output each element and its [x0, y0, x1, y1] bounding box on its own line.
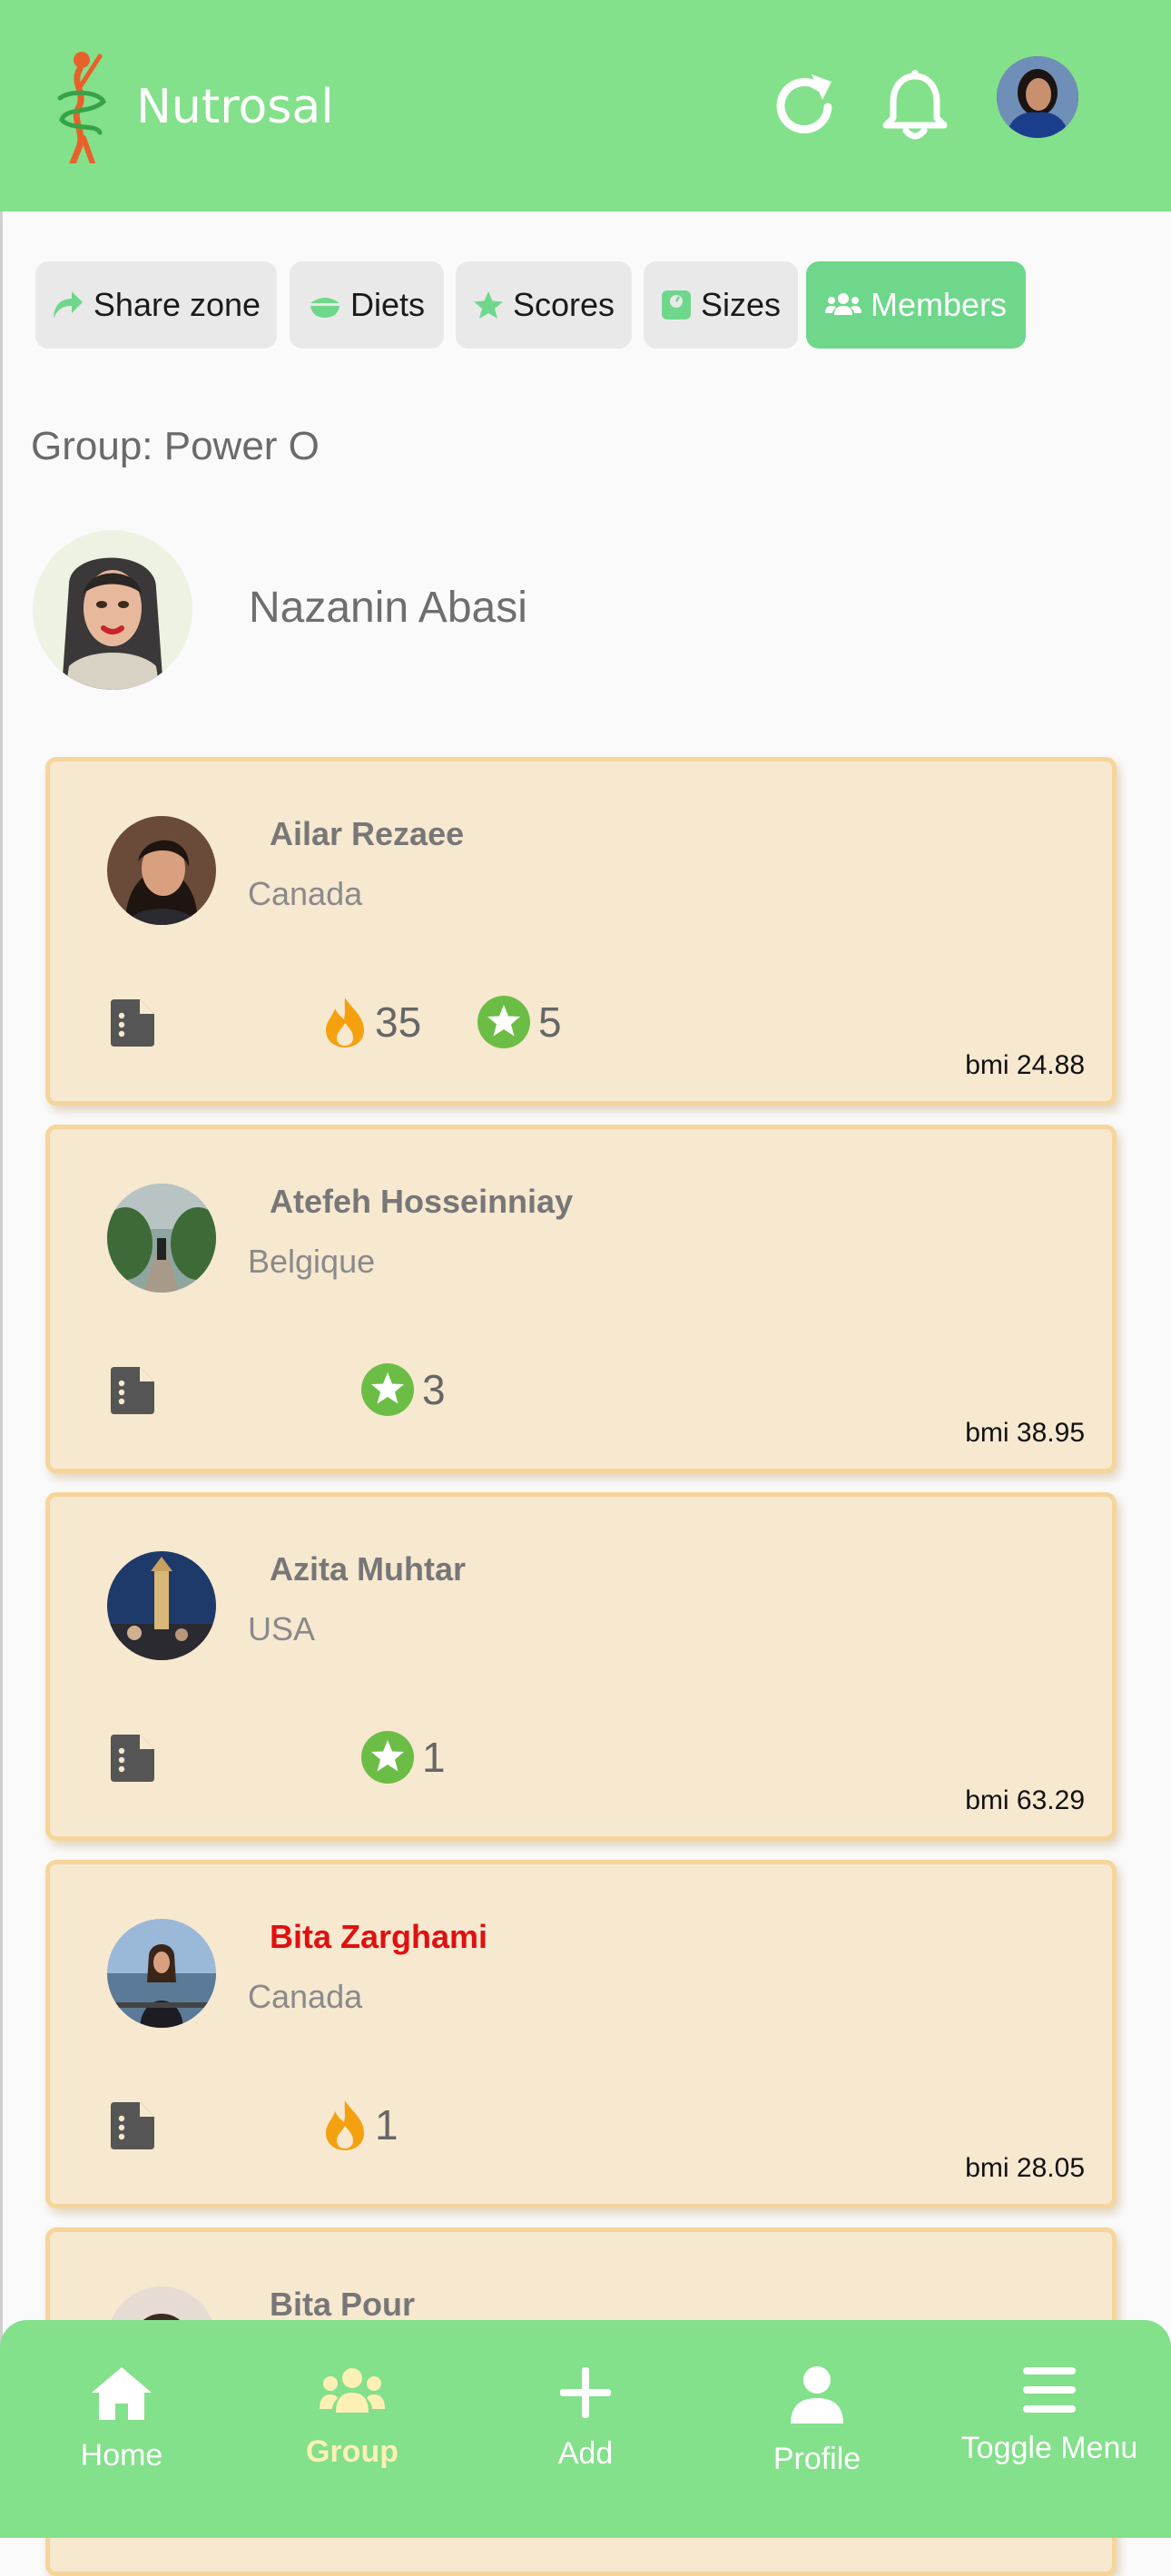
member-card[interactable]: Bita Zarghami Canada 1 bmi 28.05 [45, 1860, 1117, 2208]
member-card[interactable]: Atefeh Hosseinniay Belgique 3 bmi 38.95 [45, 1125, 1117, 1473]
member-bmi: bmi 24.88 [965, 1050, 1085, 1080]
refresh-icon[interactable] [768, 67, 844, 143]
nav-toggle-menu[interactable]: Toggle Menu [940, 2320, 1158, 2538]
tab-label: Scores [512, 286, 615, 323]
nav-label: Add [557, 2436, 614, 2471]
bowl-icon [310, 298, 339, 318]
member-country: Belgique [248, 1243, 376, 1280]
tab-label: Share zone [93, 286, 261, 323]
note-file-icon[interactable] [107, 998, 158, 1048]
fire-count: 1 [375, 2101, 399, 2148]
member-name: Azita Muhtar [270, 1550, 466, 1588]
star-count: 3 [422, 1366, 446, 1413]
star-stat: 5 [477, 990, 562, 1054]
star-stat: 3 [360, 1358, 446, 1421]
plus-icon [560, 2367, 611, 2418]
tab-diets[interactable]: Diets [290, 261, 444, 349]
app-logo [57, 52, 106, 163]
note-file-icon[interactable] [107, 2100, 158, 2151]
member-avatar [107, 816, 216, 925]
note-file-icon[interactable] [107, 1365, 158, 1416]
tab-scores[interactable]: Scores [456, 261, 632, 349]
group-icon [320, 2368, 385, 2413]
nav-label: Profile [772, 2442, 861, 2476]
star-badge-icon [361, 1731, 414, 1784]
member-avatar [107, 1184, 216, 1293]
group-title: Group: Power O [31, 424, 320, 468]
nav-label: Home [80, 2438, 163, 2473]
member-bmi: bmi 28.05 [965, 2153, 1085, 2183]
member-country: Canada [248, 1978, 363, 2015]
share-icon [53, 291, 83, 319]
person-icon [791, 2366, 843, 2424]
group-owner-name: Nazanin Abasi [249, 584, 527, 632]
star-icon [473, 291, 503, 319]
fire-stat: 35 [322, 990, 421, 1054]
app-header: Nutrosal [0, 0, 1171, 211]
tab-label: Diets [349, 286, 426, 323]
page-left-border [0, 211, 3, 2538]
member-bmi: bmi 38.95 [965, 1418, 1085, 1448]
tab-label: Sizes [700, 286, 782, 323]
fire-icon [326, 998, 364, 1047]
scale-icon [661, 290, 691, 320]
star-stat: 1 [360, 1726, 446, 1789]
fire-icon [326, 2100, 364, 2150]
member-name: Bita Zarghami [270, 1918, 488, 1955]
bottom-navigation: Home Group Add Profile Toggle Menu [0, 2320, 1171, 2538]
star-count: 5 [538, 998, 562, 1046]
app-title: Nutrosal [136, 80, 334, 134]
tab-label: Members [870, 286, 1008, 323]
nav-label: Toggle Menu [960, 2431, 1138, 2465]
group-owner-avatar [33, 530, 192, 690]
member-avatar [107, 1551, 216, 1660]
member-name: Bita Pour [270, 2286, 416, 2323]
user-avatar[interactable] [997, 56, 1078, 138]
fire-stat: 1 [322, 2093, 399, 2157]
star-badge-icon [477, 996, 530, 1048]
tab-sizes[interactable]: Sizes [644, 261, 798, 349]
star-count: 1 [422, 1734, 446, 1781]
nav-label: Group [306, 2434, 399, 2469]
member-avatar [107, 1919, 216, 2028]
users-icon [824, 293, 861, 315]
star-badge-icon [361, 1363, 414, 1416]
member-bmi: bmi 63.29 [965, 1785, 1085, 1815]
member-card[interactable]: Ailar Rezaee Canada 35 5 bmi 24.88 [45, 757, 1117, 1106]
tab-share-zone[interactable]: Share zone [35, 261, 277, 349]
fire-count: 35 [375, 998, 422, 1046]
nav-profile[interactable]: Profile [708, 2320, 926, 2538]
tab-members[interactable]: Members [806, 261, 1026, 349]
nav-group[interactable]: Group [243, 2320, 461, 2538]
member-name: Atefeh Hosseinniay [270, 1183, 574, 1220]
member-name: Ailar Rezaee [270, 815, 465, 852]
member-country: Canada [248, 875, 363, 912]
nav-add[interactable]: Add [477, 2320, 694, 2538]
home-icon [92, 2367, 152, 2420]
member-country: USA [248, 1610, 316, 1647]
notification-bell-icon[interactable] [877, 67, 953, 143]
note-file-icon[interactable] [107, 1733, 158, 1784]
member-card[interactable]: Azita Muhtar USA 1 bmi 63.29 [45, 1492, 1117, 1841]
nav-home[interactable]: Home [13, 2320, 231, 2538]
menu-icon [1023, 2367, 1076, 2413]
